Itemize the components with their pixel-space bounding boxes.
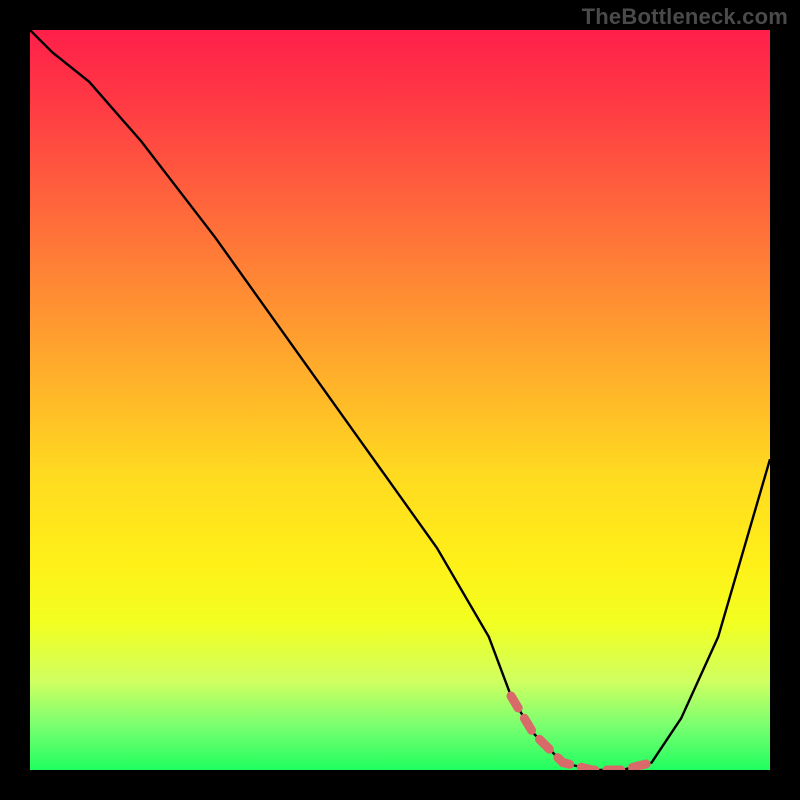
watermark: TheBottleneck.com	[582, 4, 788, 30]
chart-container: TheBottleneck.com	[0, 0, 800, 800]
bottleneck-curve	[30, 30, 770, 770]
highlight-band	[511, 696, 652, 770]
plot-area	[30, 30, 770, 770]
curve-layer	[30, 30, 770, 770]
